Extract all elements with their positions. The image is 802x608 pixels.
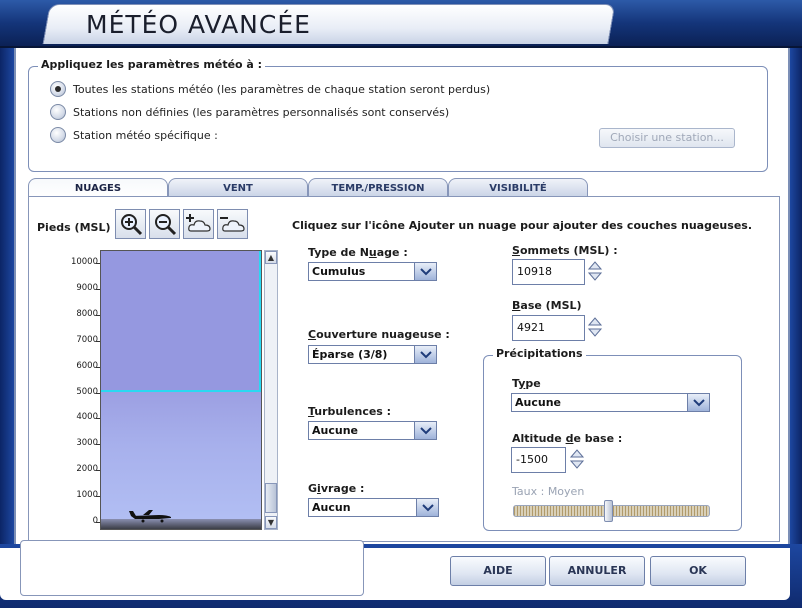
tab-wind[interactable]: VENT xyxy=(168,178,308,197)
precip-type-select[interactable]: Aucune xyxy=(511,393,710,412)
radio-undefined-stations[interactable]: Stations non définies (les paramètres pe… xyxy=(50,103,449,121)
turbulence-value: Aucune xyxy=(312,424,358,437)
y-tick-label: 6000 xyxy=(76,360,98,371)
coverage-select[interactable]: Éparse (3/8) xyxy=(308,345,437,364)
cloud-type-label: Type de Nuage : xyxy=(308,246,408,259)
zoom-in-button[interactable] xyxy=(115,209,146,239)
add-cloud-icon xyxy=(185,214,211,232)
cloud-type-select[interactable]: Cumulus xyxy=(308,262,437,281)
precipitation-legend: Précipitations xyxy=(493,347,586,360)
spinner-arrows-icon xyxy=(587,261,603,281)
turbulence-label: Turbulences : xyxy=(308,405,392,418)
cloud-altitude-chart[interactable] xyxy=(100,250,262,530)
spinner-arrows-icon xyxy=(569,449,585,469)
radio-label: Station météo spécifique : xyxy=(73,128,218,142)
weather-dialog: MÉTÉO AVANCÉE Appliquez les paramètres m… xyxy=(0,0,802,608)
tops-input[interactable]: 10918 xyxy=(512,259,585,285)
y-tick-label: 3000 xyxy=(76,438,98,449)
remove-cloud-icon xyxy=(219,217,245,232)
scroll-thumb[interactable] xyxy=(265,483,277,513)
zoom-out-icon xyxy=(154,214,176,236)
chevron-down-icon[interactable] xyxy=(414,422,436,439)
choose-station-button[interactable]: Choisir une station... xyxy=(599,128,735,148)
window-title: MÉTÉO AVANCÉE xyxy=(86,10,311,39)
radio-label: Toutes les stations météo (les paramètre… xyxy=(73,82,491,96)
tab-clouds[interactable]: NUAGES xyxy=(28,178,168,198)
y-tick-label: 8000 xyxy=(76,308,98,319)
spinner-arrows-icon xyxy=(587,317,603,337)
base-label: Base (MSL) xyxy=(512,299,582,312)
coverage-value: Éparse (3/8) xyxy=(312,348,388,361)
chevron-down-icon[interactable] xyxy=(414,263,436,280)
status-box xyxy=(20,540,364,596)
scroll-down-button[interactable]: ▼ xyxy=(265,516,277,529)
radio-all-stations[interactable]: Toutes les stations météo (les paramètre… xyxy=(50,80,490,98)
precip-base-alt-input[interactable]: -1500 xyxy=(511,447,566,473)
radio-specific-station[interactable]: Station météo spécifique : xyxy=(50,126,218,144)
frame-right xyxy=(790,48,802,548)
radio-icon[interactable] xyxy=(50,81,66,97)
tops-spinner[interactable] xyxy=(587,259,603,283)
turbulence-select[interactable]: Aucune xyxy=(308,421,437,440)
zoom-in-icon xyxy=(120,214,142,236)
precip-rate-label: Taux : Moyen xyxy=(512,485,585,498)
frame-left xyxy=(0,48,14,548)
chart-scrollbar[interactable]: ▲ ▼ xyxy=(264,250,278,530)
icing-value: Aucun xyxy=(312,501,351,514)
precip-base-alt-spinner[interactable] xyxy=(569,447,585,471)
tab-visibility[interactable]: VISIBILITÉ xyxy=(448,178,588,197)
tops-label: Sommets (MSL) : xyxy=(512,244,618,257)
coverage-label: Couverture nuageuse : xyxy=(308,328,450,341)
airplane-icon xyxy=(129,510,171,523)
chevron-down-icon[interactable] xyxy=(416,499,438,516)
cloud-type-value: Cumulus xyxy=(312,265,366,278)
icing-label: Givrage : xyxy=(308,482,365,495)
add-cloud-button[interactable] xyxy=(183,209,214,239)
y-tick-label: 10000 xyxy=(70,257,98,267)
base-input[interactable]: 4921 xyxy=(512,315,585,341)
ground xyxy=(101,519,261,529)
cloud-layer[interactable] xyxy=(101,251,261,392)
precip-base-alt-label: Altitude de base : xyxy=(512,432,623,445)
precip-type-value: Aucune xyxy=(515,396,561,409)
radio-label: Stations non définies (les paramètres pe… xyxy=(73,105,450,119)
y-tick-label: 7000 xyxy=(76,334,98,345)
radio-icon[interactable] xyxy=(50,127,66,143)
ok-button[interactable]: OK xyxy=(650,556,746,586)
y-tick-label: 5000 xyxy=(76,386,98,397)
precip-rate-slider-thumb[interactable] xyxy=(603,500,613,522)
y-tick-label: 1000 xyxy=(76,490,98,501)
zoom-out-button[interactable] xyxy=(149,209,180,239)
axis-label: Pieds (MSL) xyxy=(37,221,111,234)
y-tick-label: 9000 xyxy=(76,282,98,293)
radio-icon[interactable] xyxy=(50,104,66,120)
y-tick-label: 2000 xyxy=(76,464,98,475)
chevron-down-icon[interactable] xyxy=(687,394,709,411)
chevron-down-icon[interactable] xyxy=(414,346,436,363)
y-tick-label: 4000 xyxy=(76,412,98,423)
apply-legend: Appliquez les paramètres météo à : xyxy=(38,58,266,71)
precip-type-label: Type xyxy=(512,377,541,390)
icing-select[interactable]: Aucun xyxy=(308,498,439,517)
instruction-text: Cliquez sur l'icône Ajouter un nuage pou… xyxy=(292,219,753,232)
tab-temp-pressure[interactable]: TEMP./PRESSION xyxy=(308,178,448,197)
scroll-up-button[interactable]: ▲ xyxy=(265,251,277,264)
y-tick-label: 0 xyxy=(92,516,98,526)
remove-cloud-button[interactable] xyxy=(217,209,248,239)
cancel-button[interactable]: ANNULER xyxy=(549,556,645,586)
base-spinner[interactable] xyxy=(587,315,603,339)
help-button[interactable]: AIDE xyxy=(450,556,546,586)
